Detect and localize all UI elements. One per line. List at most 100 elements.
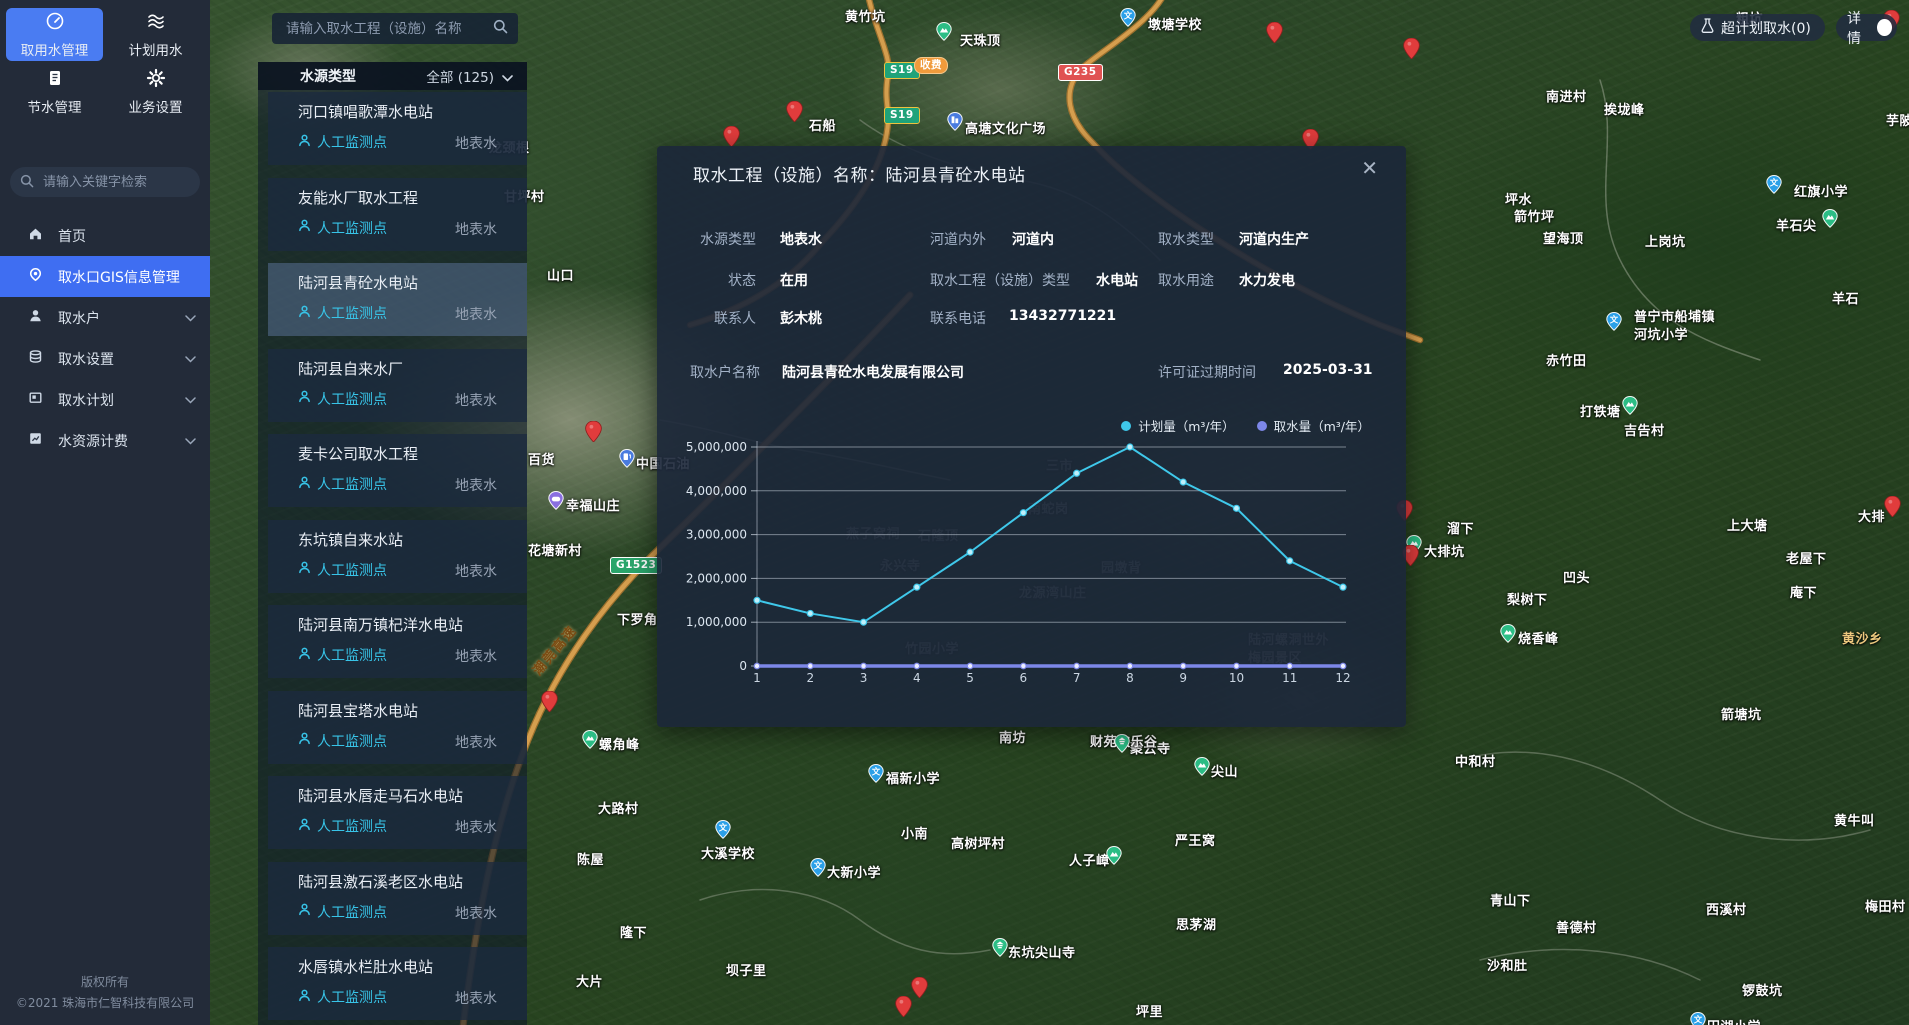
app-tile-2[interactable]: 计划用水 [107,8,204,61]
mountain-icon [1622,396,1638,419]
monitor-tag[interactable]: 人工监测点 [298,474,387,494]
field-label: 联系人 [714,308,756,328]
sidebar-search-input[interactable] [41,174,190,191]
monitor-tag[interactable]: 人工监测点 [298,902,387,922]
facility-list-item[interactable]: 陆河县宝塔水电站 人工监测点 地表水 [268,691,527,764]
monitor-tag[interactable]: 人工监测点 [298,816,387,836]
map-label: 思茅湖 [1176,914,1217,933]
svg-text:文: 文 [814,861,823,872]
map-label: 幸福山庄 [566,495,620,514]
school-icon: 文 [868,764,884,787]
app-tile-label: 计划用水 [129,39,183,59]
monitor-tag[interactable]: 人工监测点 [298,389,387,409]
facility-list-item[interactable]: 水唇镇水栏肚水电站 人工监测点 地表水 [268,947,527,1020]
person-icon [298,390,311,407]
map-label: 田湖小学 [1707,1016,1761,1025]
map-label: 西溪村 [1706,899,1747,918]
water-source-filter[interactable]: 水源类型 全部 (125) [258,62,527,90]
map-pin[interactable] [786,101,803,126]
facility-search-input[interactable] [284,20,493,38]
sidebar-search-box [10,167,200,197]
temple-icon [992,938,1008,961]
map-pin[interactable] [585,421,602,446]
field-label: 许可证过期时间 [1158,362,1256,382]
monitor-label: 人工监测点 [317,902,387,922]
facility-list-panel: 水源类型 全部 (125) 河口镇唱歌潭水电站 人工监测点 地表水友能水厂取水工… [258,62,527,1025]
svg-text:9: 9 [1179,671,1187,685]
gear-icon [146,68,166,92]
sidebar-item-2[interactable]: 取水口GIS信息管理 [0,256,210,297]
facility-list-item[interactable]: 麦卡公司取水工程 人工监测点 地表水 [268,434,527,507]
person-icon [298,134,311,151]
close-icon[interactable]: ✕ [1361,158,1378,178]
map-label: 打铁塘 [1580,401,1621,420]
mountain-icon [1194,757,1210,780]
water-source-type: 地表水 [455,903,497,923]
sidebar-item-1[interactable]: 首页 [0,215,210,256]
person-icon [298,989,311,1006]
app-tile-4[interactable]: 业务设置 [107,65,204,118]
map-label: 坝子里 [726,960,767,979]
app-tile-3[interactable]: 节水管理 [6,65,103,118]
water-source-type: 地表水 [455,817,497,837]
monitor-tag[interactable]: 人工监测点 [298,218,387,238]
map-label: 黄牛叫 [1834,810,1875,829]
monitor-tag[interactable]: 人工监测点 [298,303,387,323]
facility-list-item[interactable]: 陆河县激石溪老区水电站 人工监测点 地表水 [268,862,527,935]
map-label: 善德村 [1556,917,1597,936]
facility-list-item[interactable]: 陆河县水唇走马石水电站 人工监测点 地表水 [268,776,527,849]
facility-list-item[interactable]: 河口镇唱歌潭水电站 人工监测点 地表水 [268,92,527,165]
app-tile-label: 取用水管理 [21,39,89,59]
plaza-icon [947,112,963,135]
waves-icon [146,11,166,35]
monitor-tag[interactable]: 人工监测点 [298,731,387,751]
toggle-on-icon[interactable] [1877,19,1892,36]
search-icon[interactable] [493,19,508,38]
svg-text:12: 12 [1335,671,1350,685]
facility-list-item[interactable]: 友能水厂取水工程 人工监测点 地表水 [268,178,527,251]
person-icon [298,732,311,749]
copyright-line1: 版权所有 [0,972,210,992]
sidebar-item-5[interactable]: 取水计划 [0,379,210,420]
school-icon: 文 [715,820,731,843]
facility-list-item[interactable]: 陆河县南万镇杞洋水电站 人工监测点 地表水 [268,605,527,678]
field-label: 取水类型 [1158,229,1214,249]
monitor-tag[interactable]: 人工监测点 [298,645,387,665]
facility-list-item[interactable]: 东坑镇自来水站 人工监测点 地表水 [268,520,527,593]
map-pin[interactable] [911,977,928,1002]
svg-text:11: 11 [1282,671,1297,685]
sidebar-item-label: 取水户 [58,308,100,328]
monitor-tag[interactable]: 人工监测点 [298,132,387,152]
sidebar-item-3[interactable]: 取水户 [0,297,210,338]
svg-text:2: 2 [806,671,814,685]
map-pin[interactable] [541,691,558,716]
mountain-icon [1106,846,1122,869]
map-pin[interactable] [895,996,912,1021]
facility-list-item[interactable]: 陆河县自来水厂 人工监测点 地表水 [268,349,527,422]
mountain-icon [1822,209,1838,232]
svg-text:文: 文 [1770,178,1779,189]
sidebar-item-6[interactable]: 水资源计费 [0,420,210,461]
chevron-down-icon [502,67,513,86]
sidebar-item-4[interactable]: 取水设置 [0,338,210,379]
monitor-tag[interactable]: 人工监测点 [298,987,387,1007]
map-label: 黄竹坑 [845,6,886,25]
map-label: 花塘新村 [528,540,582,559]
map-label: 沙和肚 [1487,955,1528,974]
app-tile-label: 业务设置 [129,96,183,116]
map-pin[interactable] [1266,22,1283,47]
map-pin[interactable] [1403,38,1420,63]
map-label: 坪里 [1136,1001,1163,1020]
facility-list-item[interactable]: 陆河县青砼水电站 人工监测点 地表水 [268,263,527,336]
map-pin[interactable] [1884,496,1901,521]
gas-icon [619,449,635,472]
monitor-label: 人工监测点 [317,816,387,836]
app-tile-1[interactable]: 取用水管理 [6,8,103,61]
filter-label: 水源类型 [300,66,356,86]
pin-icon [28,267,43,286]
over-plan-intake-button[interactable]: 超计划取水(0) [1690,14,1825,41]
map-label: 黄沙乡 [1842,628,1883,647]
detail-toggle-button[interactable]: 详情 [1836,14,1897,41]
monitor-tag[interactable]: 人工监测点 [298,560,387,580]
field-label: 水源类型 [700,229,756,249]
